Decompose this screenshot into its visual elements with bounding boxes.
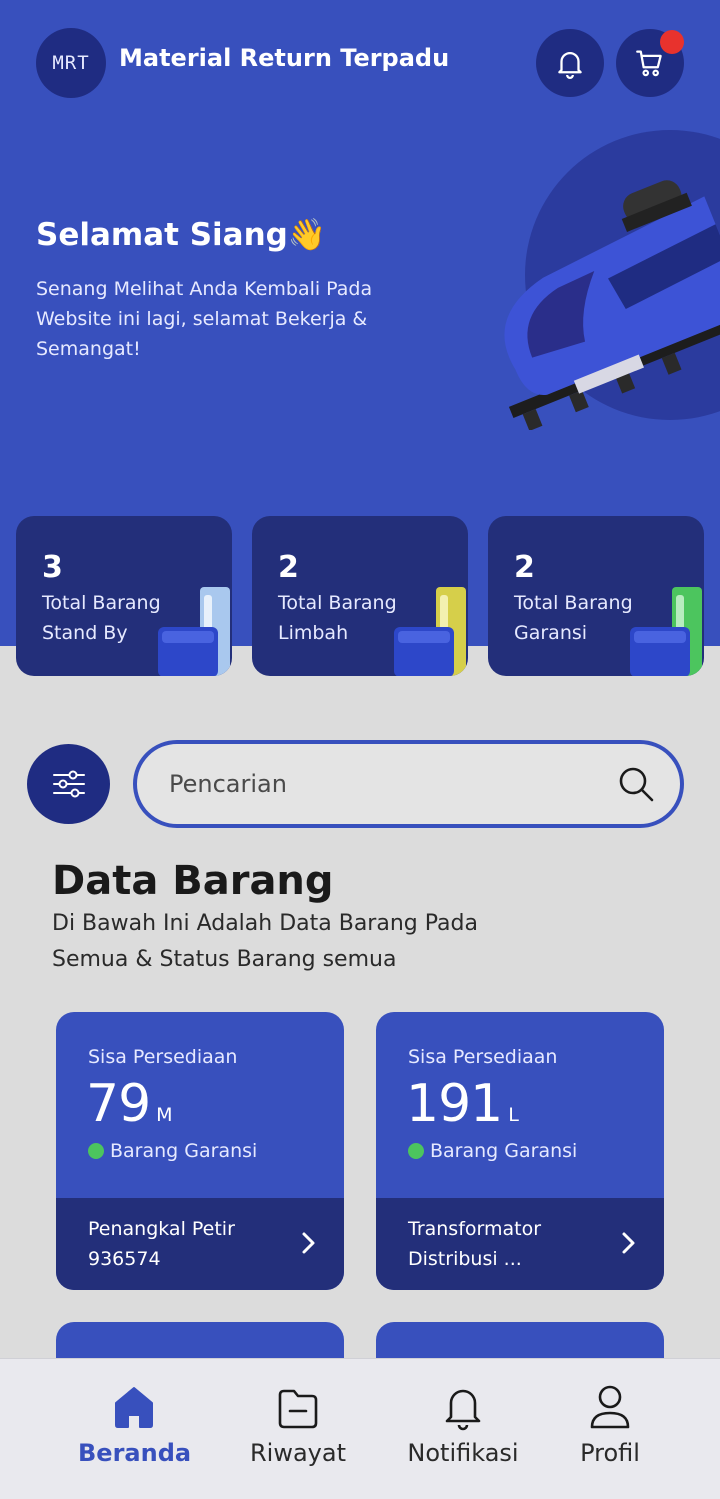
bottom-navigation: Beranda Riwayat Notifikasi Profil	[0, 1358, 720, 1499]
stock-unit: M	[156, 1104, 173, 1126]
item-footer[interactable]: Transformator Distribusi ...	[376, 1198, 664, 1290]
stock-label: Sisa Persediaan	[408, 1046, 558, 1068]
app-title: Material Return Terpadu	[119, 44, 450, 72]
search-icon[interactable]	[616, 764, 656, 804]
search-box	[133, 740, 684, 828]
cart-button[interactable]	[616, 29, 684, 97]
filter-button[interactable]	[27, 744, 110, 824]
bell-icon	[558, 52, 582, 79]
stock-quantity: 191 L	[406, 1074, 519, 1134]
nav-label: Profil	[580, 1439, 640, 1467]
folder-icon	[278, 1389, 318, 1429]
nav-label: Notifikasi	[407, 1439, 519, 1467]
stock-label: Sisa Persediaan	[88, 1046, 238, 1068]
train-illustration	[504, 130, 720, 430]
nav-item-profil[interactable]: Profil	[576, 1383, 644, 1467]
item-card[interactable]: Sisa Persediaan 79 M Barang Garansi Penan…	[56, 1012, 344, 1290]
chevron-right-icon	[302, 1232, 315, 1254]
stock-unit: L	[508, 1104, 519, 1126]
user-icon	[590, 1385, 630, 1429]
book-icon	[394, 587, 466, 676]
nav-item-riwayat[interactable]: Riwayat	[246, 1383, 350, 1467]
bell-icon	[445, 1389, 481, 1431]
search-input[interactable]	[169, 744, 609, 824]
sliders-icon	[52, 770, 85, 798]
stat-value: 3	[42, 550, 63, 585]
item-footer[interactable]: Penangkal Petir 936574	[56, 1198, 344, 1290]
status-dot	[408, 1143, 424, 1159]
greeting-message: Senang Melihat Anda Kembali Pada Website…	[36, 278, 373, 360]
nav-item-notifikasi[interactable]: Notifikasi	[404, 1383, 522, 1467]
section-subtitle: Di Bawah Ini Adalah Data Barang Pada Sem…	[52, 911, 478, 972]
nav-label: Riwayat	[250, 1439, 346, 1467]
stat-card-garansi[interactable]: 2 Total Barang Garansi	[488, 516, 704, 676]
stat-card-limbah[interactable]: 2 Total Barang Limbah	[252, 516, 468, 676]
item-card[interactable]: Sisa Persediaan 191 L Barang Garansi Tran…	[376, 1012, 664, 1290]
home-icon	[115, 1387, 153, 1428]
chevron-right-icon	[622, 1232, 635, 1254]
cart-icon	[636, 50, 662, 77]
book-icon	[158, 587, 230, 676]
stock-quantity: 79 M	[86, 1074, 173, 1134]
stat-value: 2	[278, 550, 299, 585]
app-logo: MRT	[36, 28, 106, 98]
item-name: Transformator Distribusi ...	[408, 1218, 542, 1270]
item-name: Penangkal Petir 936574	[88, 1218, 235, 1270]
notification-button[interactable]	[536, 29, 604, 97]
status-dot	[88, 1143, 104, 1159]
nav-item-beranda[interactable]: Beranda	[78, 1383, 192, 1467]
status-badge: Barang Garansi	[408, 1140, 577, 1162]
stat-value: 2	[514, 550, 535, 585]
stat-card-standby[interactable]: 3 Total Barang Stand By	[16, 516, 232, 676]
greeting-title: Selamat Siang👋	[36, 217, 327, 253]
nav-label: Beranda	[78, 1439, 192, 1467]
book-icon	[630, 587, 702, 676]
section-title: Data Barang	[52, 858, 334, 904]
cart-badge	[660, 30, 684, 54]
status-badge: Barang Garansi	[88, 1140, 257, 1162]
